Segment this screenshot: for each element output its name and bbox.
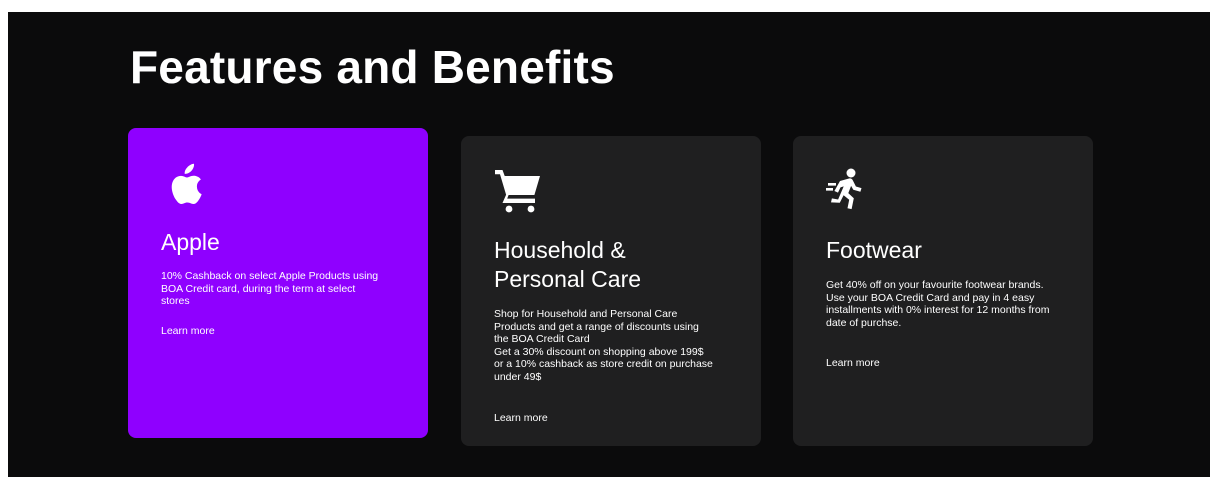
learn-more-link-footwear[interactable]: Learn more (826, 357, 880, 369)
card-description-footwear: Get 40% off on your favourite footwear b… (826, 279, 1050, 329)
card-title-household: Household & Personal Care (494, 237, 642, 292)
card-description-household: Shop for Household and Personal Care Pro… (494, 308, 713, 383)
running-person-icon (826, 168, 862, 210)
learn-more-link-household[interactable]: Learn more (494, 412, 548, 424)
learn-more-link-apple[interactable]: Learn more (161, 325, 215, 337)
card-title-footwear: Footwear (826, 237, 922, 263)
section-title: Features and Benefits (130, 41, 615, 93)
card-description-apple: 10% Cashback on select Apple Products us… (161, 270, 379, 307)
card-title-apple: Apple (161, 229, 220, 255)
feature-card-footwear[interactable]: Footwear Get 40% off on your favourite f… (793, 136, 1093, 446)
feature-card-apple[interactable]: Apple 10% Cashback on select Apple Produ… (128, 128, 428, 438)
features-section: Features and Benefits Apple 10% Cashback… (8, 12, 1210, 477)
apple-logo-icon (171, 163, 202, 205)
feature-card-household[interactable]: Household & Personal Care Shop for House… (461, 136, 761, 446)
shopping-cart-icon (495, 170, 540, 213)
